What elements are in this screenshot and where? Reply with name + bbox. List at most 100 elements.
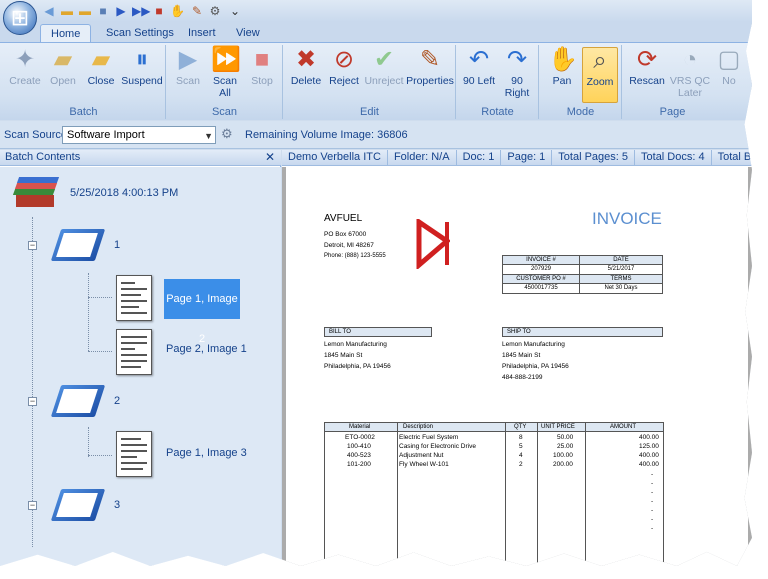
close-icon[interactable]: ✕ [265, 150, 275, 165]
unreject-icon: ✔ [373, 46, 395, 73]
application-window: ⊞ ◀ ▬ ▬ ■ ▶ ▶▶ ■ ✋ ✎ ⚙ ⌄ Home Scan Setti… [0, 0, 752, 566]
ship-to-header: SHIP TO [502, 327, 663, 337]
empty-amount: - [651, 471, 654, 478]
properties-button[interactable]: ✎ Properties [406, 47, 454, 88]
application-menu-button[interactable]: ⊞ [3, 1, 37, 35]
company-name: AVFUEL [324, 213, 363, 224]
pause-icon: ⏸ [136, 46, 148, 73]
open-folder-icon[interactable]: ▬ [78, 4, 92, 18]
tab-view[interactable]: View [226, 24, 270, 42]
play-icon[interactable]: ▶ [114, 4, 128, 18]
rotate-right-icon: ↷ [506, 46, 528, 73]
scan-source-label: Scan Source: [4, 129, 71, 141]
zoom-label: Zoom [586, 76, 614, 88]
reject-button[interactable]: ⊘ Reject [326, 47, 362, 88]
viewer-canvas[interactable]: AVFUEL PO Box 67000 Detroit, MI 48267 Ph… [282, 167, 752, 566]
page-extra-label: No [722, 75, 736, 87]
close-button[interactable]: ▰ Close [84, 46, 118, 88]
page-node-1-selected[interactable]: Page 1, Image 2 [164, 279, 240, 345]
col-header-description: Description [403, 424, 434, 430]
stop-icon[interactable]: ■ [152, 4, 166, 18]
save-icon[interactable]: ■ [96, 4, 110, 18]
bill-to-line: Philadelphia, PA 19456 [324, 363, 391, 370]
rotate-right-button[interactable]: ↷ 90 Right [499, 46, 535, 100]
batch-tray-icon [12, 171, 60, 211]
back-icon[interactable]: ◀ [42, 4, 56, 18]
status-folder: Folder: N/A [388, 150, 457, 165]
pan-button[interactable]: ✋ Pan [544, 47, 580, 88]
status-total-batch: Total B [712, 150, 752, 165]
document-node-3[interactable]: 3 [114, 499, 120, 511]
unreject-label: Unreject [364, 75, 404, 87]
status-total-docs: Total Docs: 4 [635, 150, 712, 165]
row-material: 100-410 [347, 443, 371, 450]
open-button[interactable]: ▰ Open [46, 47, 80, 88]
tree-line [88, 351, 112, 352]
bill-to-line: 1845 Main St [324, 352, 363, 359]
collapse-icon[interactable]: − [28, 241, 37, 250]
tools-icon[interactable]: ⚙ [208, 4, 222, 18]
col-header-unit-price: UNIT PRICE [541, 424, 575, 430]
page-extra-button[interactable]: ▢ No [713, 47, 745, 88]
meta-value: 4500017735 [502, 283, 580, 294]
tab-home[interactable]: Home [40, 24, 92, 42]
stop-button[interactable]: ■ Stop [245, 47, 279, 88]
scan-source-select[interactable]: Software Import ▼ [62, 126, 216, 144]
page-node-3[interactable]: Page 1, Image 3 [166, 447, 247, 459]
source-settings-icon[interactable]: ⚙ [221, 126, 233, 142]
tab-insert[interactable]: Insert [178, 24, 226, 42]
column-divider [537, 423, 538, 566]
line-items-table: Material Description QTY UNIT PRICE AMOU… [324, 422, 664, 566]
row-amount: 125.00 [639, 443, 659, 450]
close-label: Close [87, 75, 115, 87]
batch-root-label[interactable]: 5/25/2018 4:00:13 PM [70, 187, 178, 199]
suspend-button[interactable]: ⏸ Suspend [120, 46, 164, 88]
chevron-down-icon: ▼ [204, 131, 213, 141]
scan-button[interactable]: ▶ Scan [171, 47, 205, 88]
empty-amount: - [651, 507, 654, 514]
folder-icon: ▰ [91, 46, 111, 73]
page-thumbnail[interactable] [116, 275, 152, 321]
mode-group: ✋ Pan ⌕ Zoom Mode [540, 45, 622, 119]
tab-scan-settings[interactable]: Scan Settings [96, 24, 184, 42]
scan-group: ▶ Scan ⏩ Scan All ■ Stop Scan [167, 45, 283, 119]
collapse-icon[interactable]: − [28, 397, 37, 406]
rotate-left-button[interactable]: ↶ 90 Left [461, 47, 497, 88]
fast-forward-icon[interactable]: ▶▶ [132, 4, 150, 18]
document-node-2[interactable]: 2 [114, 395, 120, 407]
status-batch-name: Demo Verbella ITC [282, 150, 388, 165]
rotate-group: ↶ 90 Left ↷ 90 Right Rotate [457, 45, 539, 119]
delete-label: Delete [290, 75, 322, 87]
zoom-button[interactable]: ⌕ Zoom [582, 47, 618, 103]
document-icon [50, 381, 106, 421]
rescan-button[interactable]: ⟳ Rescan [627, 46, 667, 88]
hand-icon[interactable]: ✋ [170, 4, 185, 18]
document-node-1[interactable]: 1 [114, 239, 120, 251]
rotate-left-label: 90 Left [462, 75, 496, 87]
delete-button[interactable]: ✖ Delete [288, 47, 324, 88]
edit-group-label: Edit [360, 106, 379, 118]
create-button[interactable]: ✦ Create [8, 47, 42, 88]
page-group: ⟳ Rescan ◔ VRS QC Later ▢ No Page [623, 45, 752, 119]
address-line: Detroit, MI 48267 [324, 242, 374, 249]
customize-toolbar-icon[interactable]: ⌄ [228, 4, 242, 18]
scan-label: Scan [176, 75, 200, 87]
row-material: 400-523 [347, 452, 371, 459]
properties-icon[interactable]: ✎ [190, 4, 204, 18]
batch-tree: 5/25/2018 4:00:13 PM − 1 Page 1, Image 2… [0, 167, 281, 566]
unreject-button[interactable]: ✔ Unreject [362, 46, 406, 88]
status-bar: Demo Verbella ITC Folder: N/A Doc: 1 Page: … [282, 150, 752, 166]
row-description: Fly Wheel W-101 [399, 461, 449, 468]
vrs-qc-later-button[interactable]: ◔ VRS QC Later [669, 47, 711, 100]
page-thumbnail[interactable] [116, 329, 152, 375]
ship-to-line: Lemon Manufacturing [502, 341, 565, 348]
empty-amount: - [651, 498, 654, 505]
scan-all-button[interactable]: ⏩ Scan All [207, 46, 243, 100]
fast-forward-icon: ⏩ [211, 46, 241, 73]
rescan-icon: ⟳ [636, 46, 658, 73]
page-thumbnail[interactable] [116, 431, 152, 477]
page-node-2[interactable]: Page 2, Image 1 [166, 343, 247, 355]
folder-icon[interactable]: ▬ [60, 4, 74, 18]
collapse-icon[interactable]: − [28, 501, 37, 510]
stop-label: Stop [251, 75, 273, 87]
